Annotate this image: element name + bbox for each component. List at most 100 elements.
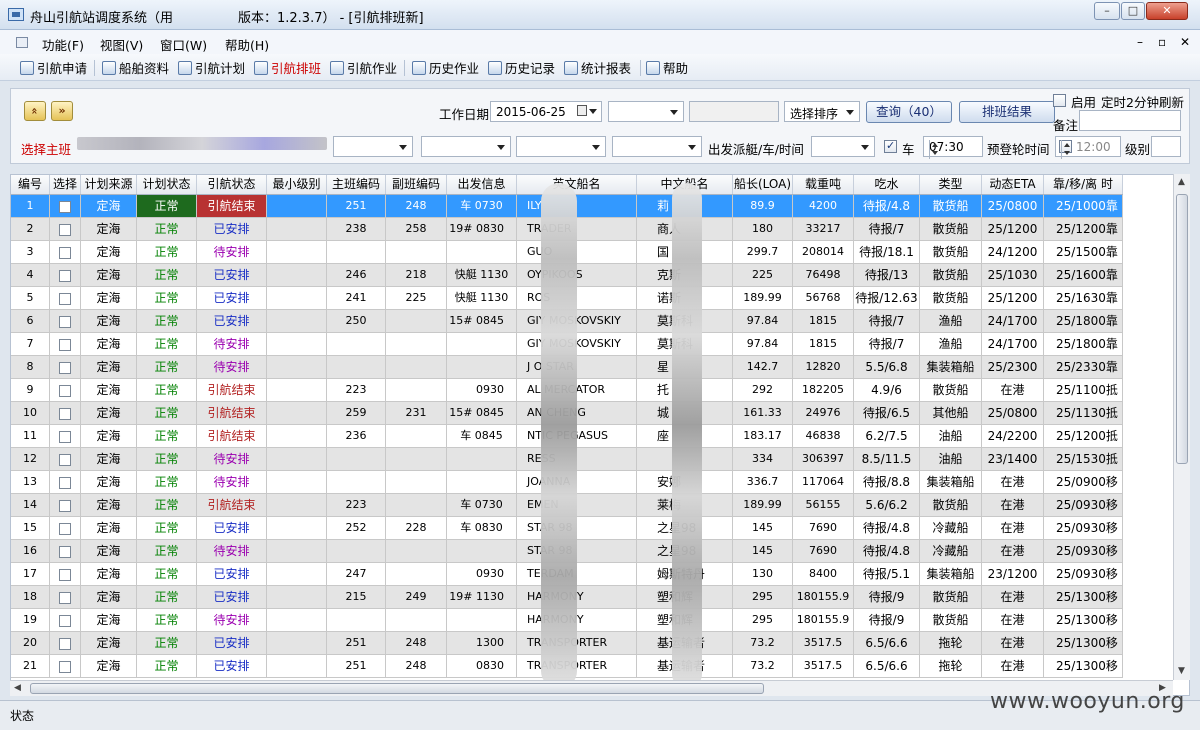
header-col-pilot-status[interactable]: 引航状态 (197, 175, 267, 194)
cell-col-select[interactable] (50, 356, 81, 379)
row-select-checkbox[interactable] (59, 315, 71, 328)
scroll-left-icon[interactable]: ◀ (14, 683, 21, 693)
row-select-checkbox[interactable] (59, 614, 71, 627)
cell-col-select[interactable] (50, 632, 81, 655)
car-time-input[interactable]: 07:30 (923, 136, 983, 159)
mdi-minimize-button[interactable]: – (1137, 35, 1143, 49)
tool-pilot-plan[interactable]: 引航计划 (178, 58, 245, 77)
row-select-checkbox[interactable] (59, 545, 71, 558)
row-select-checkbox[interactable] (59, 476, 71, 489)
level-input[interactable] (1151, 136, 1181, 157)
cell-col-select[interactable] (50, 264, 81, 287)
filter-combo-4[interactable] (612, 136, 702, 157)
tool-help[interactable]: 帮助 (646, 58, 688, 77)
tool-statistics-report[interactable]: 统计报表 (564, 58, 631, 77)
header-col-depart-info[interactable]: 出发信息 (447, 175, 517, 194)
arrival-time-input[interactable]: 12:00 (1055, 136, 1121, 159)
cell-col-select[interactable] (50, 448, 81, 471)
row-select-checkbox[interactable] (59, 338, 71, 351)
row-select-checkbox[interactable] (59, 660, 71, 673)
menu-help[interactable]: 帮助(H) (225, 35, 269, 54)
header-col-sub-shift[interactable]: 副班编码 (386, 175, 447, 194)
remark-input[interactable] (1079, 110, 1181, 131)
row-select-checkbox[interactable] (59, 200, 71, 213)
tool-pilot-operation[interactable]: 引航作业 (330, 58, 397, 77)
cell-col-select[interactable] (50, 241, 81, 264)
header-col-plan-status[interactable]: 计划状态 (137, 175, 197, 194)
work-date-picker[interactable]: 2015-06-25 (490, 101, 602, 122)
row-select-checkbox[interactable] (59, 246, 71, 259)
row-select-checkbox[interactable] (59, 637, 71, 650)
tool-history-operation[interactable]: 历史作业 (412, 58, 479, 77)
row-select-checkbox[interactable] (59, 384, 71, 397)
close-button[interactable]: ✕ (1146, 2, 1188, 20)
row-select-checkbox[interactable] (59, 361, 71, 374)
cell-col-select[interactable] (50, 655, 81, 678)
spinner-icon[interactable] (929, 140, 941, 159)
cell-col-select[interactable] (50, 310, 81, 333)
enable-refresh-checkbox[interactable] (1053, 94, 1066, 107)
menu-function[interactable]: 功能(F) (42, 35, 84, 54)
cell-col-select[interactable] (50, 402, 81, 425)
header-col-english-name[interactable]: 英文船名 (517, 175, 637, 194)
cell-col-select[interactable] (50, 471, 81, 494)
collapse-up-button[interactable]: » (24, 101, 46, 121)
row-select-checkbox[interactable] (59, 269, 71, 282)
sort-select[interactable]: 选择排序 (784, 101, 860, 122)
main-shift-combo[interactable] (333, 136, 413, 157)
row-select-checkbox[interactable] (59, 522, 71, 535)
row-select-checkbox[interactable] (59, 591, 71, 604)
horizontal-scroll-thumb[interactable] (30, 683, 764, 694)
filter-combo-3[interactable] (516, 136, 606, 157)
filter-combo-1[interactable] (608, 101, 684, 122)
cell-col-select[interactable] (50, 425, 81, 448)
spinner-icon[interactable] (1061, 140, 1073, 159)
row-select-checkbox[interactable] (59, 430, 71, 443)
row-select-checkbox[interactable] (59, 407, 71, 420)
filter-text-1[interactable] (689, 101, 779, 122)
header-col-eta[interactable]: 动态ETA (982, 175, 1044, 194)
cell-col-select[interactable] (50, 540, 81, 563)
car-checkbox[interactable] (884, 139, 897, 153)
row-select-checkbox[interactable] (59, 453, 71, 466)
menu-window[interactable]: 窗口(W) (160, 35, 207, 54)
scroll-up-icon[interactable]: ▲ (1178, 177, 1185, 187)
calendar-dropdown-icon[interactable] (577, 105, 597, 118)
cell-col-select[interactable] (50, 609, 81, 632)
minimize-button[interactable]: – (1094, 2, 1120, 20)
tool-pilot-schedule[interactable]: 引航排班 (254, 58, 321, 77)
expand-right-button[interactable]: » (51, 101, 73, 121)
header-col-dwt[interactable]: 载重吨 (793, 175, 854, 194)
cell-col-select[interactable] (50, 586, 81, 609)
schedule-result-button[interactable]: 排班结果 (959, 101, 1055, 123)
query-button[interactable]: 查询（40） (866, 101, 952, 123)
row-select-checkbox[interactable] (59, 568, 71, 581)
header-col-main-shift[interactable]: 主班编码 (327, 175, 386, 194)
mdi-restore-button[interactable]: ▫ (1158, 35, 1166, 49)
maximize-button[interactable]: □ (1121, 2, 1145, 20)
cell-col-select[interactable] (50, 517, 81, 540)
depart-combo[interactable] (811, 136, 875, 157)
header-col-select[interactable]: 选择 (50, 175, 81, 194)
cell-col-select[interactable] (50, 379, 81, 402)
cell-col-select[interactable] (50, 218, 81, 241)
header-col-loa[interactable]: 船长(LOA) (733, 175, 793, 194)
cell-col-select[interactable] (50, 287, 81, 310)
header-col-draft[interactable]: 吃水 (854, 175, 920, 194)
header-col-type[interactable]: 类型 (920, 175, 982, 194)
tool-pilot-apply[interactable]: 引航申请 (20, 58, 87, 77)
vertical-scrollbar[interactable]: ▲ ▼ (1173, 174, 1190, 680)
cell-col-select[interactable] (50, 494, 81, 517)
cell-col-select[interactable] (50, 195, 81, 218)
row-select-checkbox[interactable] (59, 223, 71, 236)
header-col-plan-source[interactable]: 计划来源 (81, 175, 137, 194)
vertical-scroll-thumb[interactable] (1176, 194, 1188, 464)
cell-col-select[interactable] (50, 333, 81, 356)
menu-view[interactable]: 视图(V) (100, 35, 143, 54)
header-col-min-level[interactable]: 最小级别 (267, 175, 327, 194)
filter-combo-2[interactable] (421, 136, 511, 157)
row-select-checkbox[interactable] (59, 292, 71, 305)
row-select-checkbox[interactable] (59, 499, 71, 512)
tool-history-record[interactable]: 历史记录 (488, 58, 555, 77)
header-col-berth-time[interactable]: 靠/移/离 时 (1044, 175, 1123, 194)
